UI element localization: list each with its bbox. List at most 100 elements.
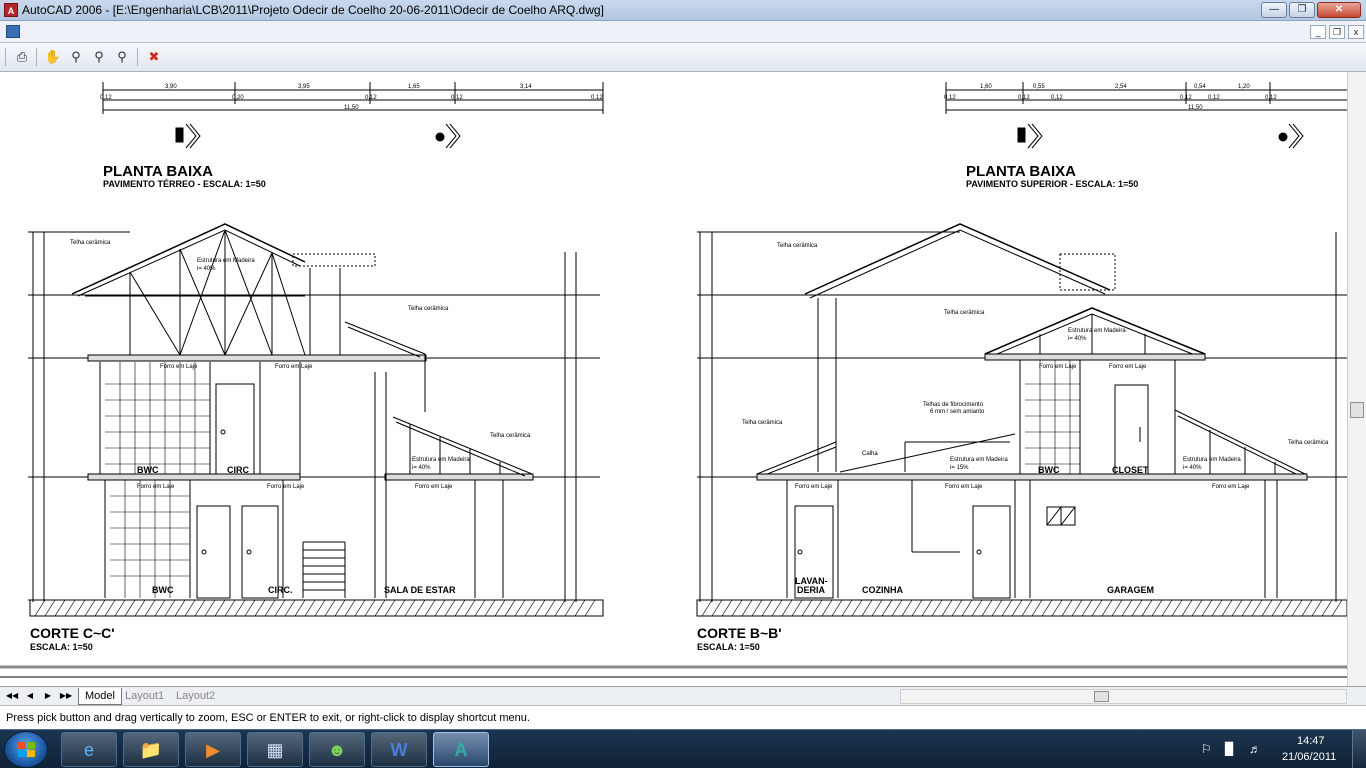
- autocad-window: A AutoCAD 2006 - [E:\Engenharia\LCB\2011…: [0, 0, 1366, 768]
- pan-icon[interactable]: ✋: [43, 47, 63, 67]
- title-bar: A AutoCAD 2006 - [E:\Engenharia\LCB\2011…: [0, 0, 1366, 21]
- doc-minimize-button[interactable]: _: [1310, 25, 1326, 39]
- calculator-icon[interactable]: ▦: [247, 732, 303, 767]
- start-button[interactable]: [4, 731, 48, 768]
- dimension-label: 0,12: [100, 95, 112, 101]
- zoom-window-icon[interactable]: ⚲: [89, 47, 109, 67]
- plan-title: PLANTA BAIXA: [966, 163, 1076, 180]
- plot-icon[interactable]: ⎙: [12, 47, 32, 67]
- dimension-label: 0,12: [944, 95, 956, 101]
- dimension-label: 0,12: [1208, 95, 1220, 101]
- room-label: CIRC: [227, 465, 249, 475]
- prev-tab-icon[interactable]: ◀: [22, 689, 38, 703]
- show-desktop-button[interactable]: [1352, 730, 1366, 768]
- word-icon[interactable]: W: [371, 732, 427, 767]
- annotation: Telha cerâmica: [70, 240, 111, 246]
- dimension-label: 0,12: [1265, 95, 1277, 101]
- autocad-icon[interactable]: A: [4, 3, 18, 17]
- annotation: i= 40%: [197, 266, 216, 272]
- horizontal-scrollbar[interactable]: [900, 689, 1347, 704]
- tab-layout2[interactable]: Layout2: [170, 688, 221, 705]
- toolbar-divider: [137, 48, 138, 66]
- drawing-area[interactable]: 3,90 3,95 1,65 3,14 0,12 0,20 0,12 0,12 …: [0, 72, 1366, 686]
- section-title: CORTE C~C': [30, 625, 115, 641]
- taskbar: e 📁 ▶ ▦ ☻ W A ⚐ ▉ ♬ 14:47 21/06/2011: [0, 729, 1366, 768]
- section-subtitle: ESCALA: 1=50: [697, 642, 760, 652]
- annotation: i= 40%: [412, 465, 431, 471]
- plan-subtitle: PAVIMENTO TÉRREO - ESCALA: 1=50: [103, 179, 266, 189]
- room-label: CIRC.: [268, 585, 293, 595]
- plan-title: PLANTA BAIXA: [103, 163, 213, 180]
- dimension-label: 0,55: [1033, 84, 1045, 90]
- last-tab-icon[interactable]: ▶▶: [58, 689, 74, 703]
- dimension-label: 2,54: [1115, 84, 1127, 90]
- zoom-toolbar: ⎙ ✋ ⚲ ⚲ ⚲ ✖: [0, 43, 1366, 72]
- scroll-thumb[interactable]: [1350, 402, 1364, 418]
- annotation: Forro em Laje: [1039, 364, 1077, 370]
- annotation: Estrutura em Madeira: [1183, 457, 1241, 463]
- clock-date[interactable]: 21/06/2011: [1282, 751, 1336, 763]
- room-label: BWC: [137, 465, 159, 475]
- network-icon[interactable]: ▉: [1225, 742, 1234, 756]
- command-prompt: Press pick button and drag vertically to…: [6, 712, 530, 724]
- dimension-label: 3,14: [520, 84, 532, 90]
- dimension-label: 0,54: [1194, 84, 1206, 90]
- vertical-scrollbar[interactable]: [1347, 72, 1366, 686]
- plan-subtitle: PAVIMENTO SUPERIOR - ESCALA: 1=50: [966, 179, 1138, 189]
- dimension-label: 3,90: [165, 84, 177, 90]
- window-title: AutoCAD 2006 - [E:\Engenharia\LCB\2011\P…: [22, 3, 604, 17]
- maximize-button[interactable]: ❐: [1289, 2, 1315, 18]
- doc-restore-button[interactable]: ❐: [1329, 25, 1345, 39]
- annotation: Telha cerâmica: [1288, 440, 1329, 446]
- annotation: Forro em Laje: [160, 364, 198, 370]
- next-tab-icon[interactable]: ▶: [40, 689, 56, 703]
- system-tray: ⚐ ▉ ♬: [1195, 730, 1366, 768]
- section-title: CORTE B~B': [697, 625, 782, 641]
- zoom-realtime-icon[interactable]: ⚲: [66, 47, 86, 67]
- annotation: Telha cerâmica: [408, 306, 449, 312]
- toolbar-grip: [5, 48, 6, 66]
- media-player-icon[interactable]: ▶: [185, 732, 241, 767]
- explorer-icon[interactable]: 📁: [123, 732, 179, 767]
- annotation: Forro em Laje: [795, 484, 833, 490]
- annotation: Forro em Laje: [267, 484, 305, 490]
- first-tab-icon[interactable]: ◀◀: [4, 689, 20, 703]
- section-subtitle: ESCALA: 1=50: [30, 642, 93, 652]
- dimension-label: 11,50: [1188, 105, 1203, 111]
- annotation: i= 40%: [1068, 336, 1087, 342]
- room-label: CLOSET: [1112, 465, 1149, 475]
- annotation: Telha cerâmica: [944, 310, 985, 316]
- document-icon[interactable]: [6, 25, 20, 38]
- room-label: DERIA: [797, 585, 826, 595]
- annotation: Telhas de fibrocimento: [923, 402, 984, 408]
- clock-time[interactable]: 14:47: [1297, 735, 1325, 747]
- annotation: Forro em Laje: [1212, 484, 1250, 490]
- dimension-label: 1,20: [1238, 84, 1250, 90]
- volume-icon[interactable]: ♬: [1249, 742, 1261, 756]
- action-center-icon[interactable]: ⚐: [1201, 742, 1212, 756]
- doc-close-button[interactable]: x: [1348, 25, 1364, 39]
- minimize-button[interactable]: —: [1261, 2, 1287, 18]
- layout-tabs-bar: ◀◀ ◀ ▶ ▶▶ Model Layout1 Layout2: [0, 686, 1366, 705]
- messenger-icon[interactable]: ☻: [309, 732, 365, 767]
- close-zoom-icon[interactable]: ✖: [144, 47, 164, 67]
- tab-layout1[interactable]: Layout1: [119, 688, 170, 705]
- tab-model[interactable]: Model: [78, 688, 122, 705]
- dimension-label: 0,12: [591, 95, 603, 101]
- dimension-label: 0,12: [1180, 95, 1192, 101]
- command-line[interactable]: Press pick button and drag vertically to…: [0, 705, 1366, 729]
- close-button[interactable]: ✕: [1317, 2, 1361, 18]
- room-label: COZINHA: [862, 585, 903, 595]
- cad-canvas[interactable]: 3,90 3,95 1,65 3,14 0,12 0,20 0,12 0,12 …: [0, 72, 1347, 686]
- ie-icon[interactable]: e: [61, 732, 117, 767]
- scroll-thumb[interactable]: [1094, 691, 1109, 702]
- autocad-task-icon[interactable]: A: [433, 732, 489, 767]
- zoom-previous-icon[interactable]: ⚲: [112, 47, 132, 67]
- dimension-label: 1,60: [980, 84, 992, 90]
- annotation: Forro em Laje: [275, 364, 313, 370]
- annotation: Estrutura em Madeira: [412, 457, 470, 463]
- dimension-label: 0,12: [1018, 95, 1030, 101]
- annotation: Telha cerâmica: [777, 243, 818, 249]
- annotation: Forro em Laje: [137, 484, 175, 490]
- document-bar: _ ❐ x: [0, 21, 1366, 43]
